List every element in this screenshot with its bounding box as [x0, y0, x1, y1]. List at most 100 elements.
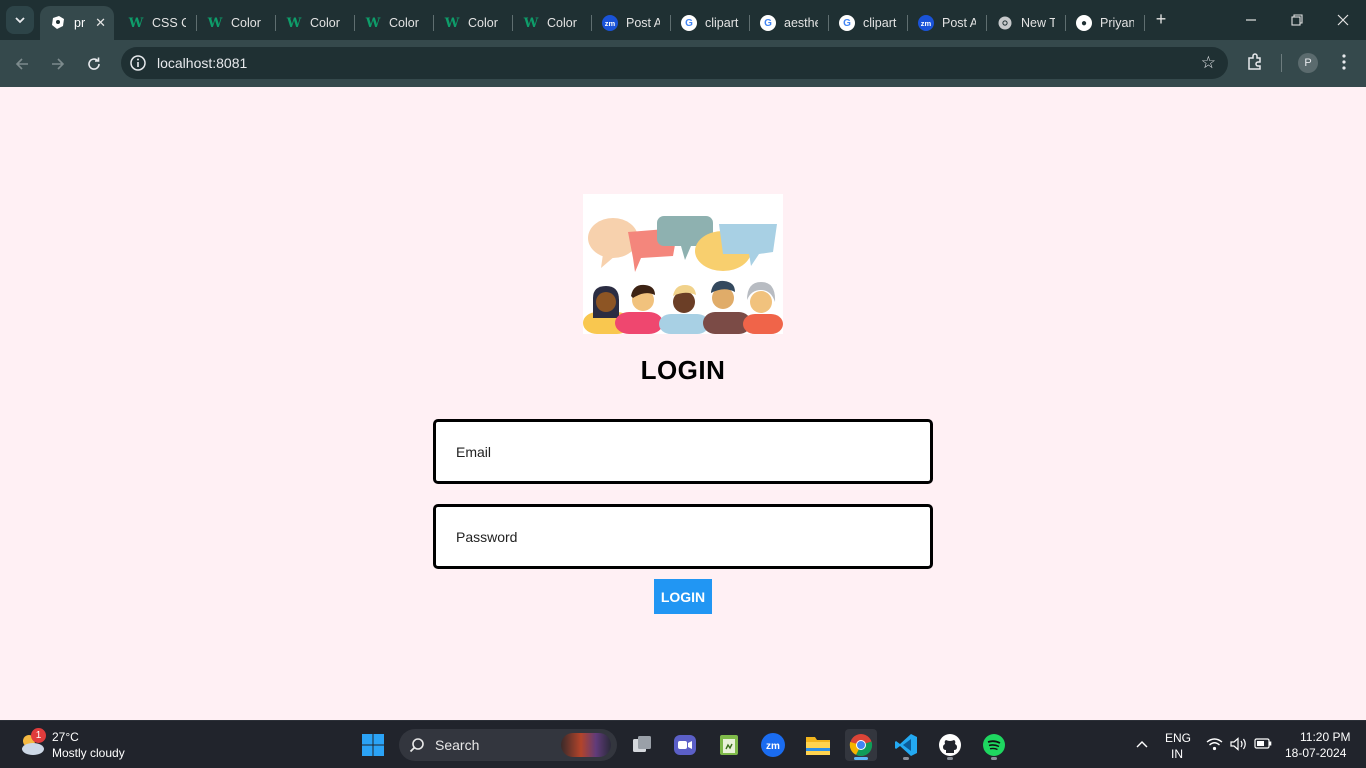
- battery-icon[interactable]: [1254, 738, 1272, 749]
- restore-icon: [1291, 14, 1303, 26]
- tab-1[interactable]: W CSS C: [118, 6, 197, 40]
- vscode-icon[interactable]: [890, 729, 922, 761]
- tab-close-icon[interactable]: ✕: [95, 15, 106, 31]
- w-icon: W: [207, 15, 223, 31]
- tab-title: aesthe: [784, 16, 818, 30]
- chat-people-illustration: [583, 194, 783, 334]
- extensions-icon[interactable]: [1245, 52, 1265, 72]
- search-label: Search: [435, 737, 480, 753]
- hero-illustration: [583, 194, 783, 334]
- tab-search-button[interactable]: [6, 6, 34, 34]
- tab-11[interactable]: zm Post A: [908, 6, 987, 40]
- weather-badge: 1: [31, 728, 46, 743]
- project-icon: [50, 15, 66, 31]
- tab-title: clipart: [863, 16, 897, 30]
- zoom-icon[interactable]: zm: [757, 729, 789, 761]
- tab-5[interactable]: W Color: [434, 6, 513, 40]
- weather-desc[interactable]: Mostly cloudy: [52, 746, 125, 760]
- svg-text:zm: zm: [766, 741, 780, 752]
- tab-title: Post A: [942, 16, 976, 30]
- tab-title: Color: [231, 16, 261, 30]
- tab-title: CSS C: [152, 16, 186, 30]
- tab-0[interactable]: pr ✕: [40, 6, 114, 40]
- tab-title: pr: [74, 16, 86, 30]
- tab-10[interactable]: Gclipart: [829, 6, 908, 40]
- tab-9[interactable]: Gaesthe: [750, 6, 829, 40]
- file-explorer-icon[interactable]: [802, 729, 834, 761]
- more-menu-icon[interactable]: [1334, 52, 1354, 72]
- url-text: localhost:8081: [157, 55, 248, 71]
- tab-4[interactable]: W Color: [355, 6, 434, 40]
- info-icon[interactable]: [129, 54, 147, 72]
- password-field[interactable]: [433, 504, 933, 569]
- login-button[interactable]: LOGIN: [654, 579, 712, 614]
- language-region[interactable]: IN: [1171, 747, 1183, 761]
- new-tab-button[interactable]: +: [1150, 8, 1172, 30]
- tab-title: Color: [547, 16, 577, 30]
- windows-start-icon[interactable]: [357, 729, 389, 761]
- google-icon: G: [839, 15, 855, 31]
- tab-strip: pr ✕ W CSS C W Color W Color W Color W Color …: [0, 0, 1366, 40]
- google-icon: G: [681, 15, 697, 31]
- w-icon: W: [444, 15, 460, 31]
- toolbar-divider: [1281, 54, 1282, 72]
- chrome-icon: [997, 15, 1013, 31]
- tab-8[interactable]: Gclipart: [671, 6, 750, 40]
- weather-temp[interactable]: 27°C: [52, 730, 79, 744]
- email-field[interactable]: [433, 419, 933, 484]
- task-view-icon[interactable]: [626, 729, 658, 761]
- volume-icon[interactable]: [1230, 737, 1248, 751]
- close-window-button[interactable]: [1320, 0, 1366, 40]
- taskbar-search[interactable]: Search: [399, 729, 617, 761]
- tab-title: Color: [389, 16, 419, 30]
- tab-6[interactable]: W Color: [513, 6, 592, 40]
- profile-avatar[interactable]: P: [1298, 53, 1318, 73]
- tab-12[interactable]: New T: [987, 6, 1066, 40]
- chevron-down-icon: [15, 17, 25, 24]
- tab-title: New T: [1021, 16, 1055, 30]
- zoom-icon: zm: [602, 15, 618, 31]
- clock-time[interactable]: 11:20 PM: [1300, 730, 1350, 744]
- search-icon: [409, 738, 424, 753]
- reload-icon: [88, 57, 100, 70]
- tab-7[interactable]: zm Post A: [592, 6, 671, 40]
- bookmark-star-icon[interactable]: ☆: [1201, 53, 1216, 73]
- wifi-icon[interactable]: [1206, 737, 1223, 751]
- back-arrow-icon: [15, 58, 28, 70]
- login-title: LOGIN: [640, 355, 726, 385]
- browser-toolbar: localhost:8081 ☆: [0, 40, 1366, 87]
- github-desktop-icon[interactable]: [934, 729, 966, 761]
- w-icon: W: [128, 15, 144, 31]
- search-highlight-image: [561, 733, 611, 757]
- tab-title: Color: [310, 16, 340, 30]
- tab-title: Post A: [626, 16, 660, 30]
- forward-arrow-icon: [52, 58, 65, 70]
- chevron-up-icon[interactable]: [1135, 739, 1149, 749]
- clock-date[interactable]: 18-07-2024: [1285, 746, 1346, 760]
- google-icon: G: [760, 15, 776, 31]
- minimize-button[interactable]: [1228, 0, 1274, 40]
- forward-button[interactable]: [44, 50, 72, 78]
- chrome-icon[interactable]: [845, 729, 877, 761]
- tab-2[interactable]: W Color: [197, 6, 276, 40]
- tab-title: Priyan: [1100, 16, 1134, 30]
- tab-3[interactable]: W Color: [276, 6, 355, 40]
- back-button[interactable]: [8, 50, 36, 78]
- close-icon: [1337, 14, 1349, 26]
- zoom-icon: zm: [918, 15, 934, 31]
- page-viewport: LOGIN LOGIN: [0, 87, 1366, 720]
- w-icon: W: [286, 15, 302, 31]
- reload-button[interactable]: [80, 50, 108, 78]
- language-indicator[interactable]: ENG: [1165, 731, 1191, 745]
- github-icon: ●: [1076, 15, 1092, 31]
- restore-button[interactable]: [1274, 0, 1320, 40]
- zoom-video-icon[interactable]: [669, 729, 701, 761]
- w-icon: W: [365, 15, 381, 31]
- address-bar[interactable]: localhost:8081 ☆: [121, 47, 1228, 79]
- w-icon: W: [523, 15, 539, 31]
- tab-13[interactable]: ● Priyan: [1066, 6, 1145, 40]
- spotify-icon[interactable]: [978, 729, 1010, 761]
- minimize-icon: [1246, 19, 1256, 21]
- tab-title: Color: [468, 16, 498, 30]
- notepad-icon[interactable]: [713, 729, 745, 761]
